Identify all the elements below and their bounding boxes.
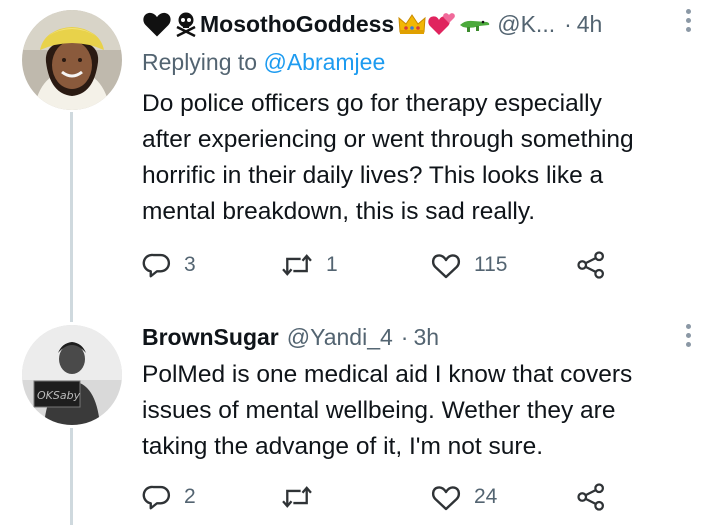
tweet-text-line: Do police officers go for therapy especi…	[142, 90, 602, 117]
heart-icon	[432, 254, 460, 279]
thread-line	[70, 428, 73, 525]
avatar[interactable]: OKSaby	[22, 325, 122, 425]
more-options-icon[interactable]	[686, 9, 692, 32]
hearts-icon	[428, 13, 456, 35]
tweet-text-line: mental breakdown, this is sad really.	[142, 198, 536, 225]
share-icon	[577, 483, 604, 511]
crocodile-icon	[460, 20, 490, 32]
like-count: 115	[474, 253, 508, 276]
tweet-actions: 3 1 115	[140, 245, 620, 285]
tweet-text: PolMed is one medical aid I know that co…	[142, 357, 702, 465]
like-button[interactable]: 115	[430, 245, 507, 285]
tweet-header: BrownSugar @Yandi_4 · 3h	[142, 320, 439, 354]
timestamp[interactable]: 4h	[577, 11, 603, 38]
share-icon	[577, 251, 604, 279]
tweet-header: MosothoGoddess @K... · 4h	[142, 7, 602, 41]
mention-link[interactable]: @Abramjee	[263, 49, 385, 75]
reply-count: 3	[184, 253, 196, 276]
reply-icon	[142, 485, 170, 510]
tweet-text: Do police officers go for therapy especi…	[142, 86, 702, 230]
more-options-icon[interactable]	[686, 324, 692, 347]
replying-prefix: Replying to	[142, 49, 264, 75]
heart-icon	[432, 486, 460, 511]
retweet-icon	[282, 254, 312, 276]
reply-count: 2	[184, 485, 196, 508]
tweet-text-line: horrific in their daily lives? This look…	[142, 162, 604, 189]
tweet-text-line: issues of mental wellbeing. Wether they …	[142, 397, 616, 424]
black-heart-icon	[143, 12, 171, 37]
avatar[interactable]	[22, 10, 122, 110]
separator-dot: ·	[564, 10, 572, 37]
retweet-count: 1	[326, 253, 338, 276]
tweet-actions: 2 24	[140, 477, 620, 517]
crown-icon	[398, 14, 426, 34]
separator-dot: ·	[400, 323, 409, 350]
replying-to: Replying to @Abramjee	[142, 49, 385, 76]
reply-icon	[142, 253, 170, 278]
display-name[interactable]: BrownSugar	[142, 324, 279, 351]
retweet-button[interactable]: 1	[280, 245, 338, 285]
tweet-text-line: after experiencing or went through somet…	[142, 126, 634, 153]
like-button[interactable]: 24	[430, 477, 497, 517]
handle[interactable]: @K...	[497, 11, 555, 38]
retweet-button[interactable]	[280, 477, 326, 517]
timestamp[interactable]: 3h	[413, 324, 439, 351]
share-button[interactable]	[576, 477, 606, 517]
reply-button[interactable]: 3	[142, 245, 196, 285]
like-count: 24	[474, 485, 498, 508]
display-name[interactable]: MosothoGoddess	[200, 11, 394, 38]
tweet-text-line: PolMed is one medical aid I know that co…	[142, 361, 633, 388]
share-button[interactable]	[576, 245, 606, 285]
avatar-sign-text: OKSaby	[37, 389, 81, 402]
handle[interactable]: @Yandi_4	[287, 324, 393, 351]
reply-button[interactable]: 2	[142, 477, 196, 517]
thread-line	[70, 112, 73, 322]
skull-crossbones-icon	[176, 12, 196, 37]
retweet-icon	[282, 486, 312, 508]
tweet-text-line: taking the advange of it, I'm not sure.	[142, 433, 543, 460]
